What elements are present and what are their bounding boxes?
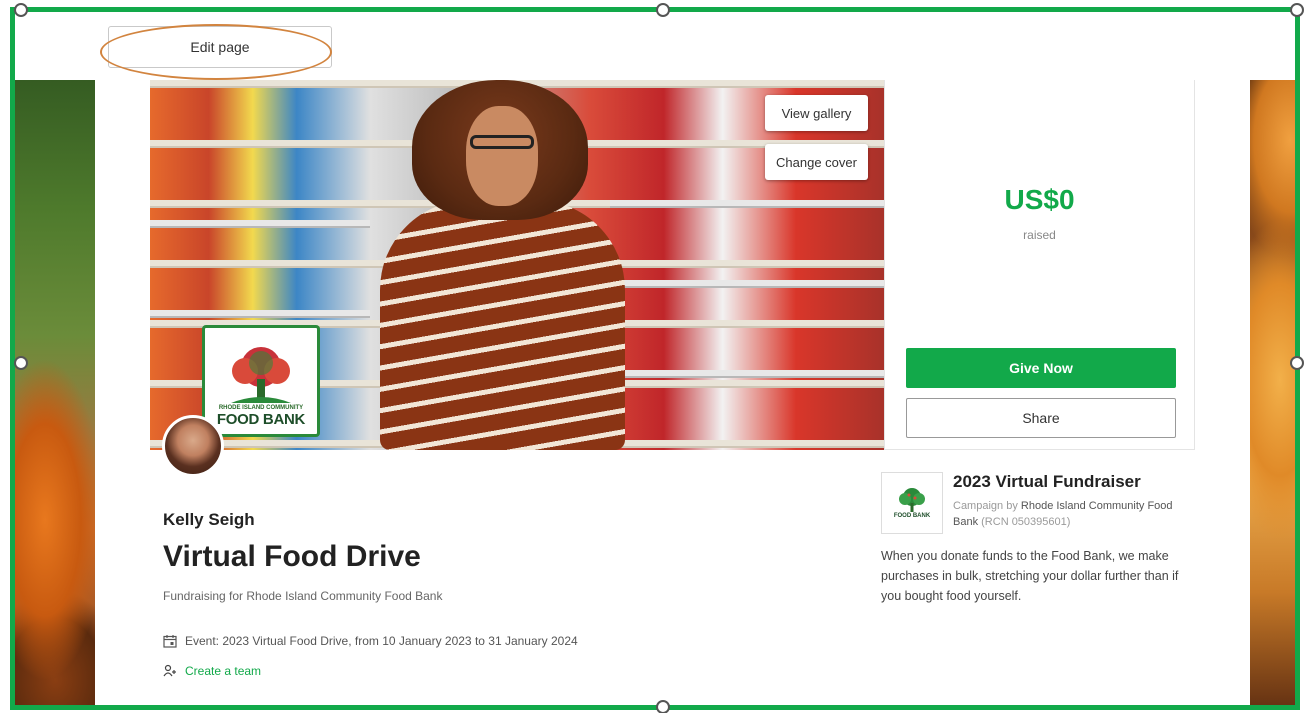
resize-handle[interactable] bbox=[1290, 356, 1304, 370]
page-title: Virtual Food Drive bbox=[163, 540, 421, 573]
fundraiser-page: RHODE ISLAND COMMUNITY FOOD BANK View ga… bbox=[95, 80, 1250, 705]
shelf-line bbox=[150, 220, 370, 228]
background-image-left bbox=[15, 80, 95, 705]
event-info: Event: 2023 Virtual Food Drive, from 10 … bbox=[163, 634, 578, 648]
shelf-line bbox=[150, 310, 370, 318]
create-team-label[interactable]: Create a team bbox=[185, 664, 261, 678]
page-subtitle: Fundraising for Rhode Island Community F… bbox=[163, 589, 443, 603]
resize-handle[interactable] bbox=[656, 700, 670, 713]
team-icon bbox=[163, 664, 176, 677]
share-button[interactable]: Share bbox=[906, 398, 1176, 438]
logo-wordmark: FOOD BANK bbox=[216, 411, 306, 428]
donation-panel: US$0 raised Give Now Share bbox=[884, 80, 1195, 450]
tree-icon bbox=[231, 347, 291, 403]
shelf-line bbox=[610, 370, 884, 378]
campaign-description: When you donate funds to the Food Bank, … bbox=[881, 549, 1179, 603]
top-toolbar: Edit page bbox=[15, 12, 1295, 80]
resize-handle[interactable] bbox=[14, 356, 28, 370]
background-image-right bbox=[1250, 80, 1295, 705]
person-glasses bbox=[470, 135, 534, 149]
tree-icon bbox=[899, 488, 925, 512]
calendar-icon bbox=[163, 635, 177, 648]
campaign-logo-wordmark: FOOD BANK bbox=[893, 513, 931, 519]
screenshot-frame: Edit page RHODE ISLAND COMMUNITY FOOD BA… bbox=[10, 7, 1300, 710]
cover-photo: RHODE ISLAND COMMUNITY FOOD BANK View ga… bbox=[150, 80, 884, 450]
campaign-logo[interactable]: FOOD BANK bbox=[881, 472, 943, 534]
amount-raised: US$0 bbox=[1004, 184, 1075, 215]
resize-handle[interactable] bbox=[14, 3, 28, 17]
view-gallery-button[interactable]: View gallery bbox=[765, 95, 868, 131]
person-face bbox=[466, 106, 538, 206]
event-text: Event: 2023 Virtual Food Drive, from 10 … bbox=[185, 634, 578, 648]
edit-page-button[interactable]: Edit page bbox=[108, 26, 332, 68]
create-team-link[interactable]: Create a team bbox=[163, 664, 261, 678]
organizer-avatar[interactable] bbox=[162, 415, 224, 477]
give-now-button[interactable]: Give Now bbox=[906, 348, 1176, 388]
food-bank-logo: RHODE ISLAND COMMUNITY FOOD BANK bbox=[202, 325, 320, 437]
shelf-line bbox=[610, 280, 884, 288]
campaign-title[interactable]: 2023 Virtual Fundraiser bbox=[953, 472, 1141, 492]
shelf-line bbox=[610, 200, 884, 208]
campaign-byline: Campaign by Rhode Island Community Food … bbox=[953, 498, 1183, 530]
raised-label: raised bbox=[1023, 228, 1056, 242]
campaign-rcn: (RCN 050395601) bbox=[981, 516, 1071, 528]
change-cover-button[interactable]: Change cover bbox=[765, 144, 868, 180]
person-sweater bbox=[380, 200, 625, 450]
resize-handle[interactable] bbox=[656, 3, 670, 17]
resize-handle[interactable] bbox=[1290, 3, 1304, 17]
campaign-by-prefix: Campaign by bbox=[953, 500, 1018, 512]
organizer-name: Kelly Seigh bbox=[163, 510, 255, 529]
